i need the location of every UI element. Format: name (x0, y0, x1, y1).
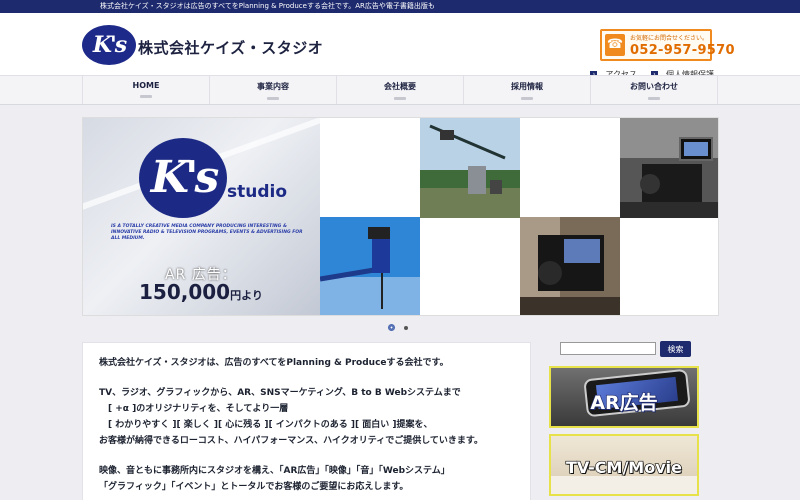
photo-blank (520, 118, 620, 218)
banner-label: AR広告 (590, 391, 659, 414)
nav-item-home[interactable]: HOME (82, 76, 210, 104)
photo-crane-sky (320, 217, 420, 315)
company-logo[interactable]: K's (82, 25, 136, 65)
photo-blank (620, 217, 718, 315)
top-announcement-bar: 株式会社ケイズ・スタジオは広告のすべてをPlanning & Produceする… (0, 0, 800, 13)
nav-indicator (648, 97, 660, 100)
search-input[interactable] (560, 342, 656, 355)
phone-icon: ☎ (605, 34, 625, 56)
photo-crane-forest (420, 118, 520, 218)
ar-ad-banner[interactable]: AR広告 (549, 366, 699, 428)
phone-contact-box[interactable]: ☎ お気軽にお問合せください。 052-957-9570 (600, 29, 735, 61)
search-button[interactable]: 検索 (660, 341, 691, 357)
photo-blank (420, 217, 520, 315)
hero-slide[interactable]: K's studio IS A TOTALLY CREATIVE MEDIA C… (83, 118, 320, 315)
slider-dot-2[interactable] (404, 325, 408, 330)
desk-image (551, 476, 697, 494)
hero-price-suffix: 円より (230, 289, 263, 302)
nav-item-label: 事業内容 (257, 82, 289, 91)
intro-line: 映像、音ともに事務所内にスタジオを構え、「AR広告」「映像」「音」「Webシステ… (99, 466, 450, 476)
nav-item-services[interactable]: 事業内容 (210, 76, 337, 104)
nav-item-company[interactable]: 会社概要 (337, 76, 464, 104)
nav-indicator (521, 97, 533, 100)
intro-line: 「グラフィック」「イベント」とトータルでお客様のご要望にお応えします。 (99, 482, 409, 492)
search-form: 検索 (560, 341, 691, 357)
phone-lead-text: お気軽にお問合せください。 (630, 35, 709, 42)
global-nav: HOME 事業内容 会社概要 採用情報 お問い合わせ (0, 75, 800, 105)
photo-camera-monitor (520, 217, 620, 315)
nav-indicator (267, 97, 279, 100)
site-header: K's 株式会社ケイズ・スタジオ ☎ お気軽にお問合せください。 052-957… (0, 13, 800, 79)
nav-item-label: 採用情報 (511, 82, 543, 91)
nav-indicator (394, 97, 406, 100)
hero-studio-text: studio (227, 182, 288, 202)
nav-item-label: 会社概要 (384, 82, 416, 91)
intro-line: [ +α ]のオリジナリティを、そしてより一層 (99, 404, 289, 414)
nav-indicator (140, 95, 152, 98)
slider-dot-1[interactable] (388, 324, 395, 331)
nav-item-contact[interactable]: お問い合わせ (591, 76, 718, 104)
nav-item-label: HOME (132, 81, 160, 90)
hero-price-value: 150,000 (139, 280, 231, 304)
intro-line: TV、ラジオ、グラフィックから、AR、SNSマーケティング、B to B Web… (99, 388, 461, 398)
intro-line: 株式会社ケイズ・スタジオは、広告のすべてをPlanning & Produceす… (99, 358, 449, 368)
intro-content: 株式会社ケイズ・スタジオは、広告のすべてをPlanning & Produceす… (82, 342, 531, 500)
top-announcement-text: 株式会社ケイズ・スタジオは広告のすべてをPlanning & Produceする… (100, 2, 435, 10)
company-name[interactable]: 株式会社ケイズ・スタジオ (138, 37, 323, 58)
nav-item-label: お問い合わせ (630, 82, 678, 91)
nav-item-recruit[interactable]: 採用情報 (464, 76, 591, 104)
hero-tagline: IS A TOTALLY CREATIVE MEDIA COMPANY PROD… (111, 224, 303, 241)
photo-camera-operator (620, 118, 718, 218)
tvcm-movie-banner[interactable]: TV-CM/Movie (549, 434, 699, 496)
slider-pagination (388, 324, 408, 331)
photo-blank (320, 118, 420, 218)
phone-number: 052-957-9570 (630, 43, 735, 58)
intro-line: お客様が納得できるローコスト、ハイパフォーマンス、ハイクオリティでご提供していき… (99, 436, 484, 446)
intro-line: [ わかりやすく ][ 楽しく ][ 心に残る ][ インパクトのある ][ 面… (99, 420, 433, 430)
hero-price: 150,000円より (139, 280, 263, 304)
hero-slider[interactable]: K's studio IS A TOTALLY CREATIVE MEDIA C… (82, 117, 719, 316)
hero-logo: K's (139, 138, 227, 218)
banner-label: TV-CM/Movie (565, 457, 682, 477)
